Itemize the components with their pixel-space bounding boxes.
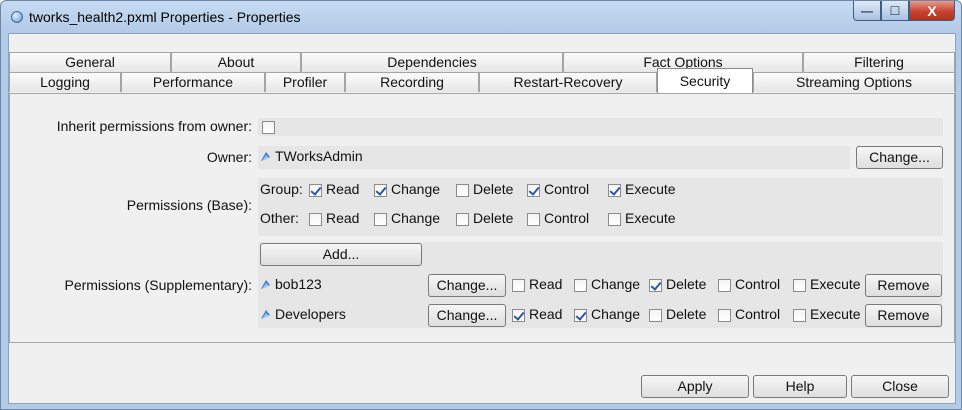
tab-general[interactable]: General xyxy=(9,52,171,72)
inherit-row-bg xyxy=(258,118,943,136)
other-read-label: Read xyxy=(326,210,360,226)
supplementary-entry-name: bob123 xyxy=(258,274,425,297)
base-permissions-bg xyxy=(258,178,943,236)
supplementary-label: Permissions (Supplementary): xyxy=(64,277,252,293)
dialog-client: General About Dependencies Fact Options … xyxy=(8,33,956,404)
group-change-checkbox[interactable] xyxy=(374,184,387,197)
entry-control-checkbox[interactable] xyxy=(718,309,731,322)
entry-delete-label: Delete xyxy=(666,276,707,292)
user-icon xyxy=(261,152,270,161)
entry-read-label: Read xyxy=(529,306,563,322)
entry-execute-label: Execute xyxy=(810,306,861,322)
tab-row-2: Logging Performance Profiler Recording R… xyxy=(9,68,955,93)
entry-control-label: Control xyxy=(735,306,781,322)
other-delete-checkbox[interactable] xyxy=(456,213,469,226)
entry-delete-checkbox[interactable] xyxy=(649,279,662,292)
entry-change-checkbox[interactable] xyxy=(574,309,587,322)
base-permissions-label: Permissions (Base): xyxy=(126,197,252,213)
other-delete-label: Delete xyxy=(473,210,514,226)
entry-change-label: Change xyxy=(591,306,641,322)
inherit-checkbox[interactable] xyxy=(262,121,275,134)
tab-row-1: General About Dependencies Fact Options … xyxy=(9,52,955,72)
entry-remove-button[interactable]: Remove xyxy=(865,274,942,297)
tab-filtering[interactable]: Filtering xyxy=(803,52,955,72)
group-read-label: Read xyxy=(326,181,360,197)
tab-performance[interactable]: Performance xyxy=(121,72,265,92)
window-controls: — ☐ X xyxy=(853,1,955,23)
group-control-checkbox[interactable] xyxy=(527,184,540,197)
help-button[interactable]: Help xyxy=(753,375,847,398)
tab-security[interactable]: Security xyxy=(657,68,753,93)
entry-change-checkbox[interactable] xyxy=(574,279,587,292)
other-control-checkbox[interactable] xyxy=(527,213,540,226)
entry-read-checkbox[interactable] xyxy=(512,309,525,322)
security-panel: Inherit permissions from owner: Owner: T… xyxy=(9,93,955,343)
entry-change-label: Change xyxy=(591,276,641,292)
dialog-footer: Apply Help Close xyxy=(9,370,955,403)
group-change-label: Change xyxy=(391,181,441,197)
entry-delete-checkbox[interactable] xyxy=(649,309,662,322)
group-icon xyxy=(261,310,270,319)
close-window-button[interactable]: X xyxy=(909,1,955,21)
entry-delete-label: Delete xyxy=(666,306,707,322)
other-execute-label: Execute xyxy=(625,210,676,226)
group-delete-checkbox[interactable] xyxy=(456,184,469,197)
entry-remove-button[interactable]: Remove xyxy=(865,304,942,327)
tab-logging[interactable]: Logging xyxy=(9,72,121,92)
other-control-label: Control xyxy=(544,210,590,226)
entry-change-button[interactable]: Change... xyxy=(428,274,506,297)
group-control-label: Control xyxy=(544,181,590,197)
other-change-checkbox[interactable] xyxy=(374,213,387,226)
inherit-label: Inherit permissions from owner: xyxy=(56,118,252,134)
entry-change-button[interactable]: Change... xyxy=(428,304,506,327)
owner-value: TWorksAdmin xyxy=(275,148,363,164)
apply-button[interactable]: Apply xyxy=(641,375,749,398)
title-bar[interactable]: tworks_health2.pxml Properties - Propert… xyxy=(1,1,961,33)
tab-streaming-options[interactable]: Streaming Options xyxy=(753,72,955,92)
group-execute-checkbox[interactable] xyxy=(608,184,621,197)
entry-execute-label: Execute xyxy=(810,276,861,292)
user-icon xyxy=(261,280,270,289)
properties-window: tworks_health2.pxml Properties - Propert… xyxy=(0,0,962,410)
entry-control-checkbox[interactable] xyxy=(718,279,731,292)
owner-change-button[interactable]: Change... xyxy=(856,146,943,169)
entry-execute-checkbox[interactable] xyxy=(793,309,806,322)
entry-execute-checkbox[interactable] xyxy=(793,279,806,292)
minimize-button[interactable]: — xyxy=(853,1,881,21)
group-delete-label: Delete xyxy=(473,181,514,197)
tab-about[interactable]: About xyxy=(171,52,301,72)
entry-read-checkbox[interactable] xyxy=(512,279,525,292)
tab-profiler[interactable]: Profiler xyxy=(265,72,345,92)
close-button[interactable]: Close xyxy=(851,375,949,398)
group-label: Group: xyxy=(260,181,303,197)
app-icon xyxy=(11,11,23,23)
maximize-button[interactable]: ☐ xyxy=(881,1,909,21)
entry-read-label: Read xyxy=(529,276,563,292)
entry-user-name: Developers xyxy=(275,306,346,322)
add-permission-button[interactable]: Add... xyxy=(260,243,422,266)
supplementary-entry-name: Developers xyxy=(258,304,425,327)
window-title: tworks_health2.pxml Properties - Propert… xyxy=(29,9,301,25)
entry-user-name: bob123 xyxy=(275,276,322,292)
tab-dependencies[interactable]: Dependencies xyxy=(301,52,563,72)
other-label: Other: xyxy=(260,210,299,226)
tab-restart-recovery[interactable]: Restart-Recovery xyxy=(479,72,657,92)
group-execute-label: Execute xyxy=(625,181,676,197)
tab-recording[interactable]: Recording xyxy=(345,72,479,92)
other-read-checkbox[interactable] xyxy=(309,213,322,226)
group-read-checkbox[interactable] xyxy=(309,184,322,197)
other-execute-checkbox[interactable] xyxy=(608,213,621,226)
owner-label: Owner: xyxy=(206,149,252,165)
entry-control-label: Control xyxy=(735,276,781,292)
owner-field: TWorksAdmin xyxy=(258,146,850,169)
other-change-label: Change xyxy=(391,210,441,226)
